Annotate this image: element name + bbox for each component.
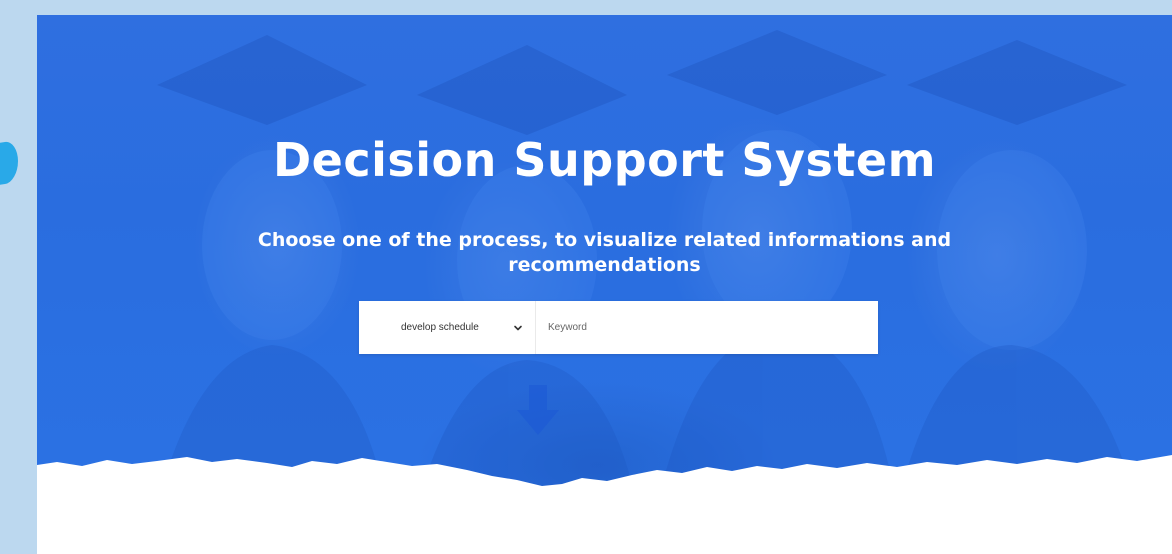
chevron-down-icon bbox=[513, 323, 523, 333]
process-select-value: develop schedule bbox=[401, 322, 479, 333]
side-decoration-shape bbox=[0, 140, 18, 186]
main-panel: Decision Support System Choose one of th… bbox=[37, 15, 1172, 554]
hero-subtitle: Choose one of the process, to visualize … bbox=[257, 229, 952, 276]
process-select[interactable]: develop schedule bbox=[359, 301, 536, 354]
hero-banner: Decision Support System Choose one of th… bbox=[37, 15, 1172, 554]
page-frame: Decision Support System Choose one of th… bbox=[0, 0, 1172, 554]
keyword-input[interactable] bbox=[536, 301, 878, 354]
torn-paper-edge bbox=[37, 455, 1172, 554]
page-title: Decision Support System bbox=[272, 133, 937, 187]
search-bar: develop schedule bbox=[359, 301, 878, 354]
